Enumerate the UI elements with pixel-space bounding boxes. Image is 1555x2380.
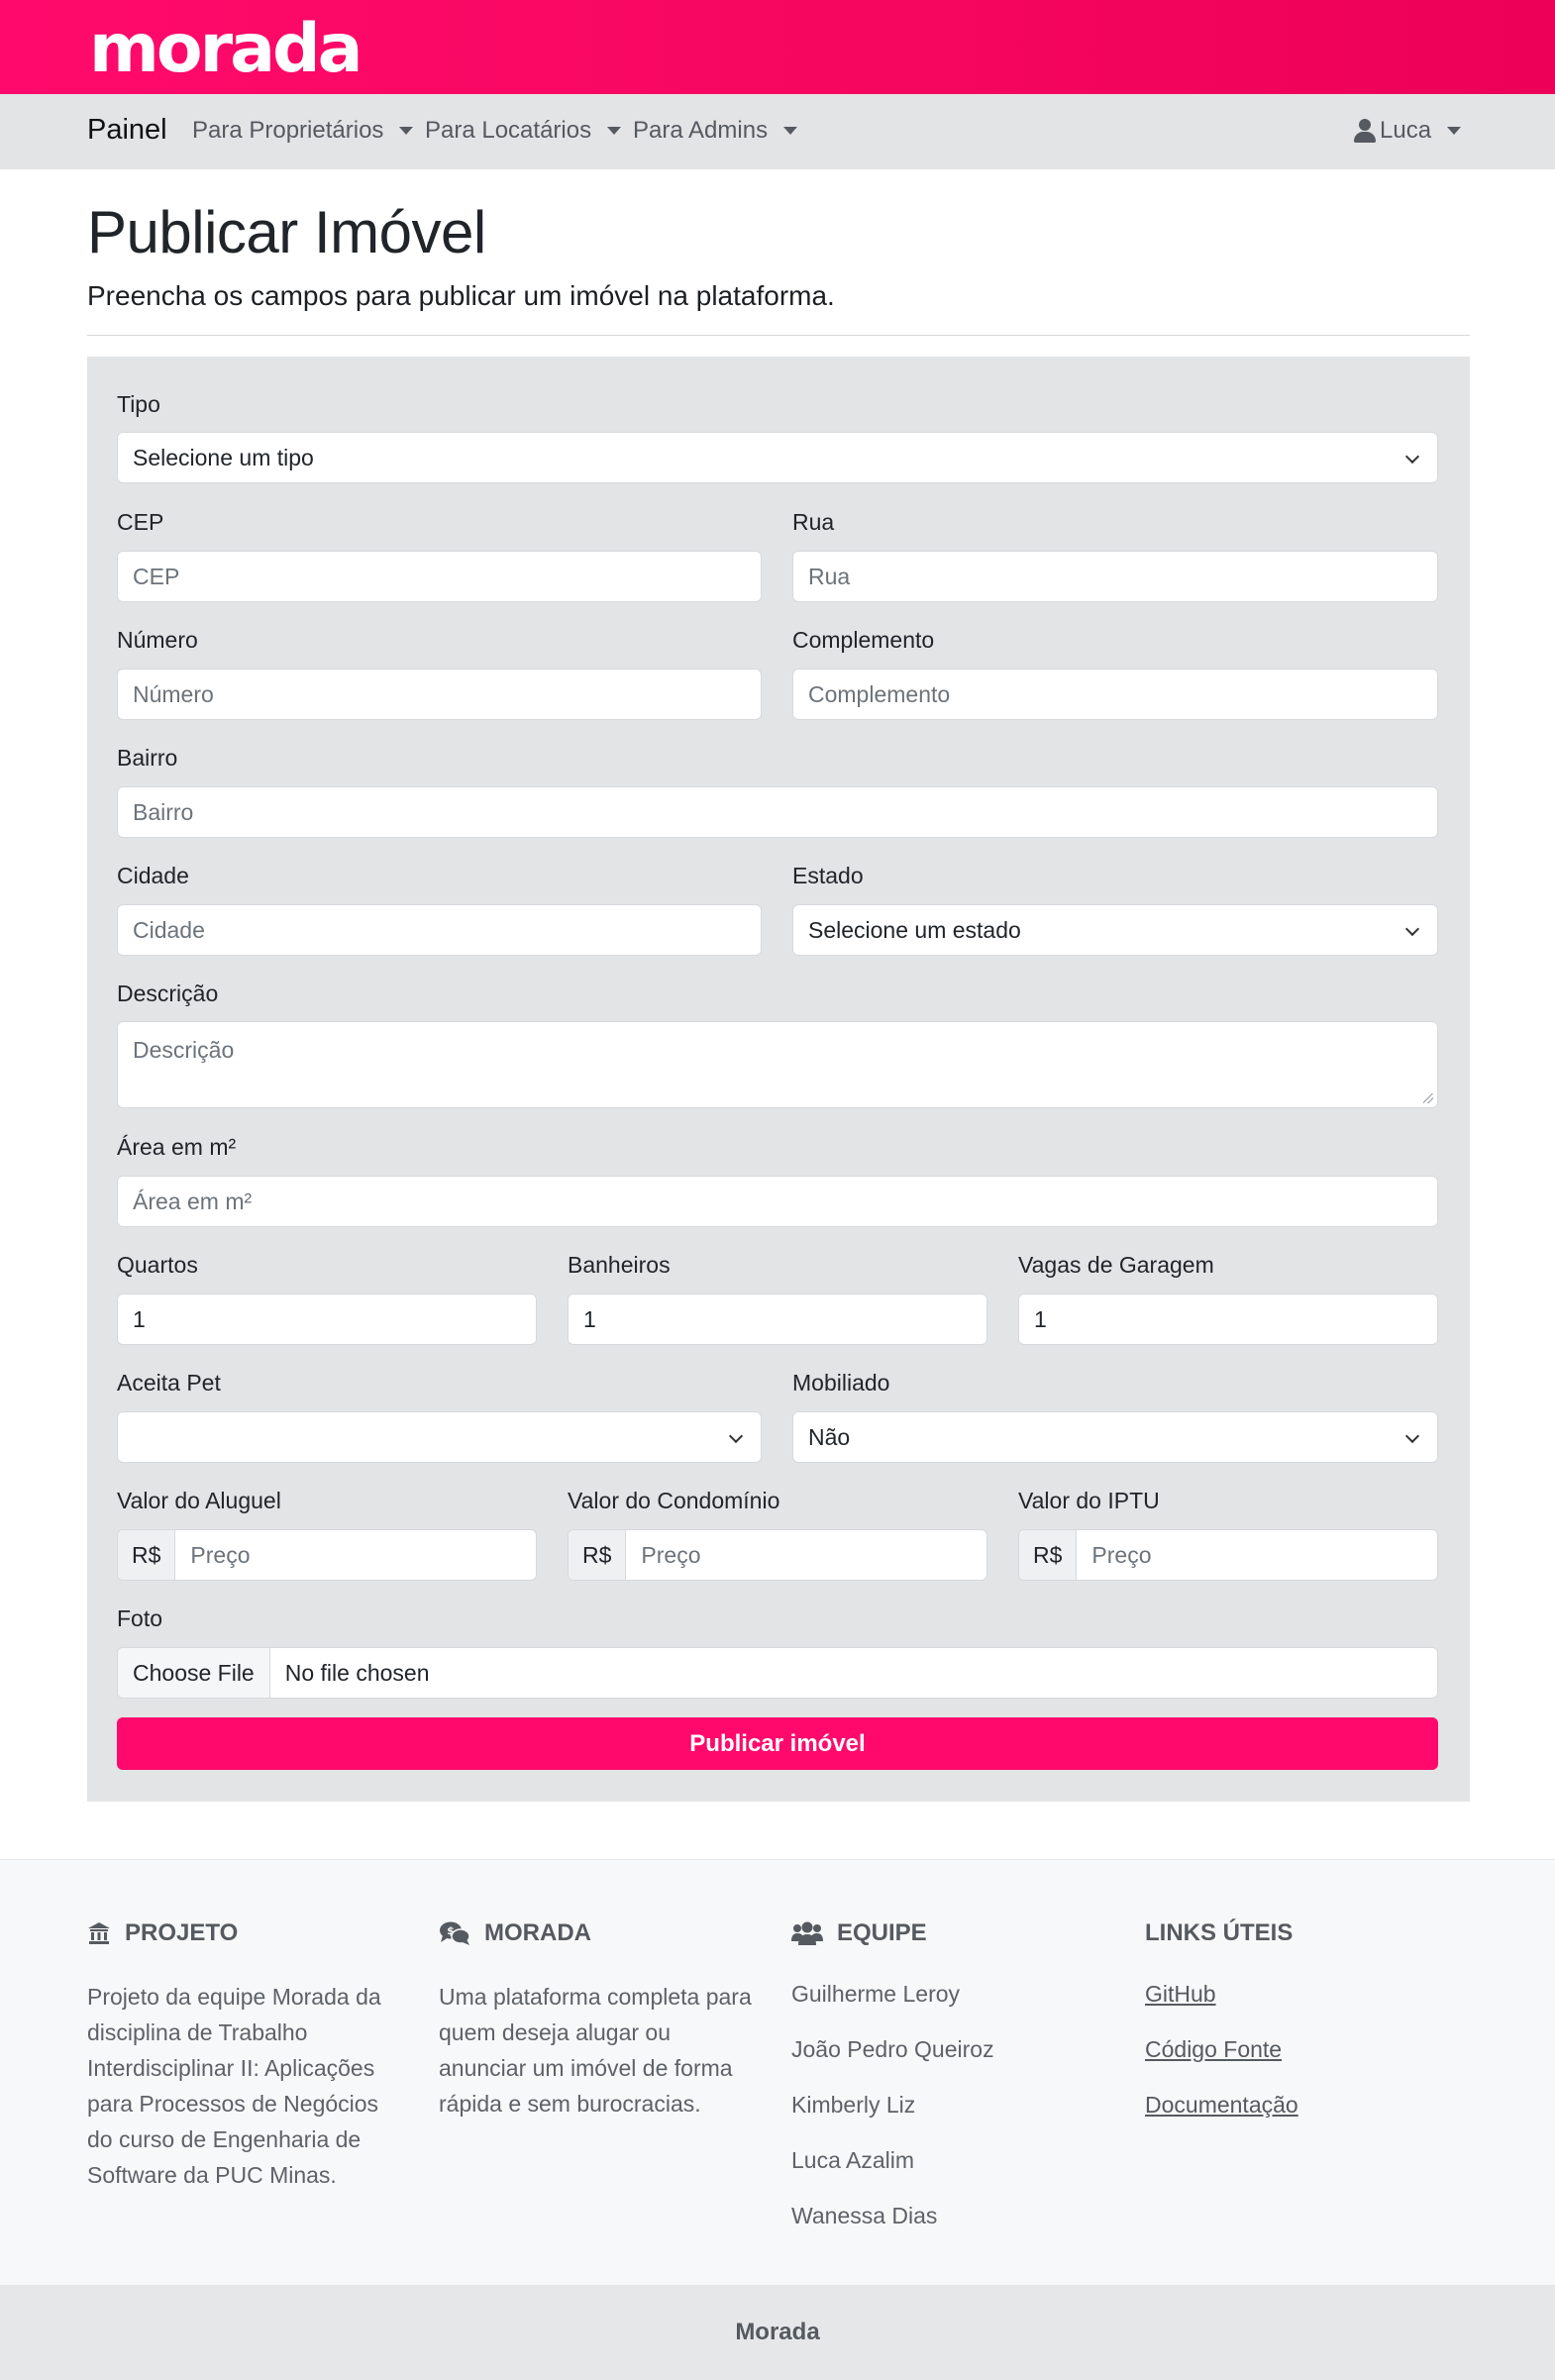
footer-links-heading: LINKS ÚTEIS (1145, 1919, 1294, 1946)
mobiliado-label: Mobiliado (792, 1370, 890, 1396)
currency-prefix: R$ (1019, 1530, 1078, 1580)
aceita-pet-label: Aceita Pet (117, 1370, 221, 1396)
tipo-label: Tipo (117, 391, 160, 417)
area-label: Área em m² (117, 1134, 237, 1160)
brand-bar: morada (0, 0, 1555, 94)
numero-input[interactable]: Número (117, 669, 762, 720)
team-member: Kimberly Liz (791, 2092, 916, 2118)
divider (87, 335, 1470, 336)
user-icon (1354, 119, 1376, 143)
nav-dropdown-locatarios[interactable]: Para Locatários (425, 117, 622, 145)
banheiros-input[interactable]: 1 (568, 1293, 987, 1345)
iptu-input[interactable]: Preço (1077, 1530, 1437, 1580)
team-member: Wanessa Dias (791, 2203, 938, 2228)
condominio-label: Valor do Condomínio (568, 1488, 780, 1513)
cep-input[interactable]: CEP (117, 551, 762, 602)
footer-heading-label: PROJETO (125, 1919, 239, 1946)
quartos-label: Quartos (117, 1252, 198, 1278)
complemento-input[interactable]: Complemento (792, 669, 1438, 720)
descricao-textarea[interactable]: Descrição (117, 1021, 1438, 1108)
footer-heading-label: MORADA (484, 1919, 591, 1946)
foto-label: Foto (117, 1605, 163, 1631)
nav-item-label: Para Proprietários (192, 117, 384, 144)
aluguel-input[interactable]: Preço (175, 1530, 536, 1580)
mobiliado-select[interactable]: Não (792, 1411, 1438, 1463)
user-name: Luca (1380, 117, 1432, 144)
link-codigo-fonte[interactable]: Código Fonte (1145, 2036, 1282, 2063)
numero-label: Número (117, 627, 198, 653)
caret-down-icon (399, 127, 414, 135)
comments-dollar-icon: $ (440, 1921, 470, 1945)
condominio-input-group: R$ Preço (568, 1529, 987, 1581)
team-member: João Pedro Queiroz (791, 2036, 994, 2062)
quartos-input[interactable]: 1 (117, 1293, 537, 1345)
footer-projeto-heading: PROJETO (87, 1919, 238, 1947)
rua-label: Rua (792, 509, 835, 535)
team-member: Guilherme Leroy (791, 1981, 961, 2007)
morada-logo[interactable]: morada (89, 8, 363, 91)
nav-dropdown-admins[interactable]: Para Admins (633, 117, 798, 145)
footer: PROJETO Projeto da equipe Morada da disc… (0, 1859, 1555, 2285)
nav-dropdown-proprietarios[interactable]: Para Proprietários (192, 117, 414, 145)
publish-button[interactable]: Publicar imóvel (117, 1717, 1438, 1770)
top-navbar: Painel Para Proprietários Para Locatário… (0, 94, 1555, 169)
cep-label: CEP (117, 509, 164, 535)
footer-projeto-text: Projeto da equipe Morada da disciplina d… (87, 1984, 381, 2188)
link-github[interactable]: GitHub (1145, 1981, 1216, 2008)
footer-equipe-heading: EQUIPE (791, 1919, 927, 1947)
nav-item-label: Para Locatários (425, 117, 592, 144)
footer-heading-label: EQUIPE (837, 1919, 927, 1946)
foto-file-input: Choose File No file chosen (117, 1647, 1438, 1699)
aluguel-input-group: R$ Preço (117, 1529, 537, 1581)
iptu-label: Valor do IPTU (1018, 1488, 1160, 1513)
nav-item-label: Para Admins (633, 117, 769, 144)
iptu-input-group: R$ Preço (1018, 1529, 1438, 1581)
svg-text:$: $ (447, 1924, 455, 1937)
nav-brand-painel[interactable]: Painel (87, 114, 167, 147)
descricao-placeholder: Descrição (133, 1037, 235, 1063)
cidade-label: Cidade (117, 863, 189, 888)
link-documentacao[interactable]: Documentação (1145, 2092, 1298, 2119)
copyright-bar: Morada (0, 2285, 1555, 2380)
condominio-input[interactable]: Preço (626, 1530, 986, 1580)
footer-morada-heading: $ MORADA (439, 1919, 591, 1947)
cidade-input[interactable]: Cidade (117, 904, 762, 956)
caret-down-icon (783, 127, 798, 135)
rua-input[interactable]: Rua (792, 551, 1438, 602)
vagas-input[interactable]: 1 (1018, 1293, 1438, 1345)
currency-prefix: R$ (569, 1530, 627, 1580)
caret-down-icon (607, 127, 622, 135)
page-title: Publicar Imóvel (87, 199, 486, 265)
estado-select[interactable]: Selecione um estado (792, 904, 1438, 956)
complemento-label: Complemento (792, 627, 935, 653)
estado-label: Estado (792, 863, 864, 888)
resize-grip-icon[interactable] (1423, 1093, 1433, 1103)
choose-file-button[interactable]: Choose File (118, 1648, 270, 1698)
bairro-input[interactable]: Bairro (117, 786, 1438, 838)
currency-prefix: R$ (118, 1530, 176, 1580)
area-input[interactable]: Área em m² (117, 1176, 1438, 1227)
bairro-label: Bairro (117, 745, 178, 771)
user-menu-dropdown[interactable]: Luca (1354, 117, 1462, 145)
aceita-pet-select[interactable] (117, 1411, 762, 1463)
banheiros-label: Banheiros (568, 1252, 671, 1278)
footer-morada-text: Uma plataforma completa para quem deseja… (439, 1984, 752, 2117)
aluguel-label: Valor do Aluguel (117, 1488, 281, 1513)
vagas-label: Vagas de Garagem (1018, 1252, 1214, 1278)
bank-icon (88, 1922, 110, 1944)
caret-down-icon (1447, 127, 1462, 135)
users-icon (791, 1921, 823, 1945)
page-subtitle: Preencha os campos para publicar um imóv… (87, 280, 835, 311)
tipo-select[interactable]: Selecione um tipo (117, 432, 1438, 483)
team-member: Luca Azalim (791, 2147, 915, 2173)
descricao-label: Descrição (117, 981, 219, 1006)
file-status: No file chosen (284, 1659, 430, 1686)
